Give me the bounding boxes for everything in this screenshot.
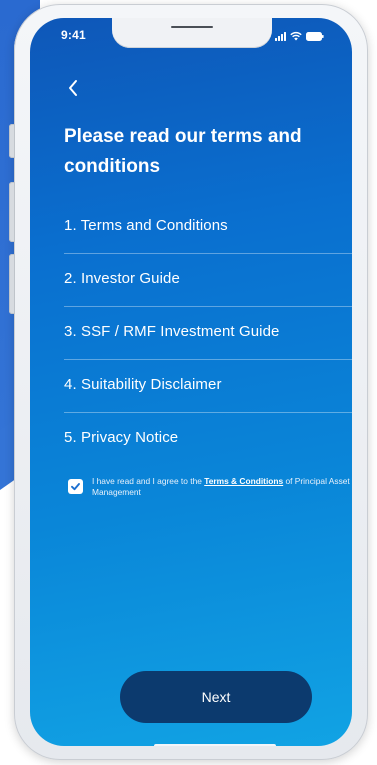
checkmark-icon — [71, 483, 80, 491]
next-button[interactable]: Next — [120, 671, 312, 723]
agreement-text-before: I have read and I agree to the — [92, 476, 205, 486]
back-button[interactable] — [62, 76, 86, 100]
list-item-label: 3. SSF / RMF Investment Guide — [64, 323, 280, 340]
document-list: 1. Terms and Conditions 2. Investor Guid… — [64, 201, 352, 465]
home-indicator — [154, 744, 276, 746]
speaker-grille — [171, 26, 213, 28]
list-item-investor-guide[interactable]: 2. Investor Guide — [64, 254, 352, 307]
list-item-terms-and-conditions[interactable]: 1. Terms and Conditions — [64, 201, 352, 254]
agreement-row: I have read and I agree to the Terms & C… — [68, 476, 352, 498]
notch — [112, 18, 272, 48]
list-item-label: 1. Terms and Conditions — [64, 217, 228, 234]
list-item-label: 5. Privacy Notice — [64, 429, 179, 446]
agree-checkbox[interactable] — [68, 479, 83, 494]
battery-icon — [306, 32, 324, 41]
signal-icon — [275, 32, 286, 41]
status-bar: 9:41 — [30, 18, 352, 58]
wifi-icon — [290, 31, 302, 41]
status-time: 9:41 — [61, 28, 86, 42]
chevron-left-icon — [69, 80, 77, 96]
list-item-privacy-notice[interactable]: 5. Privacy Notice — [64, 413, 352, 465]
side-button-mute — [9, 124, 15, 158]
side-button-volume-down — [9, 254, 15, 314]
terms-link[interactable]: Terms & Conditions — [204, 476, 283, 486]
status-icons — [275, 29, 324, 41]
page-title: Please read our terms and conditions — [64, 126, 302, 177]
side-button-volume-up — [9, 182, 15, 242]
list-item-label: 2. Investor Guide — [64, 270, 180, 287]
phone-frame: 9:41 Please read our terms and condition… — [9, 4, 368, 760]
list-item-ssf-rmf-investment-guide[interactable]: 3. SSF / RMF Investment Guide — [64, 307, 352, 360]
stage: 9:41 Please read our terms and condition… — [0, 0, 377, 765]
agreement-text: I have read and I agree to the Terms & C… — [92, 476, 352, 498]
phone-screen: 9:41 Please read our terms and condition… — [30, 18, 352, 746]
list-item-suitability-disclaimer[interactable]: 4. Suitability Disclaimer — [64, 360, 352, 413]
list-item-label: 4. Suitability Disclaimer — [64, 376, 222, 393]
